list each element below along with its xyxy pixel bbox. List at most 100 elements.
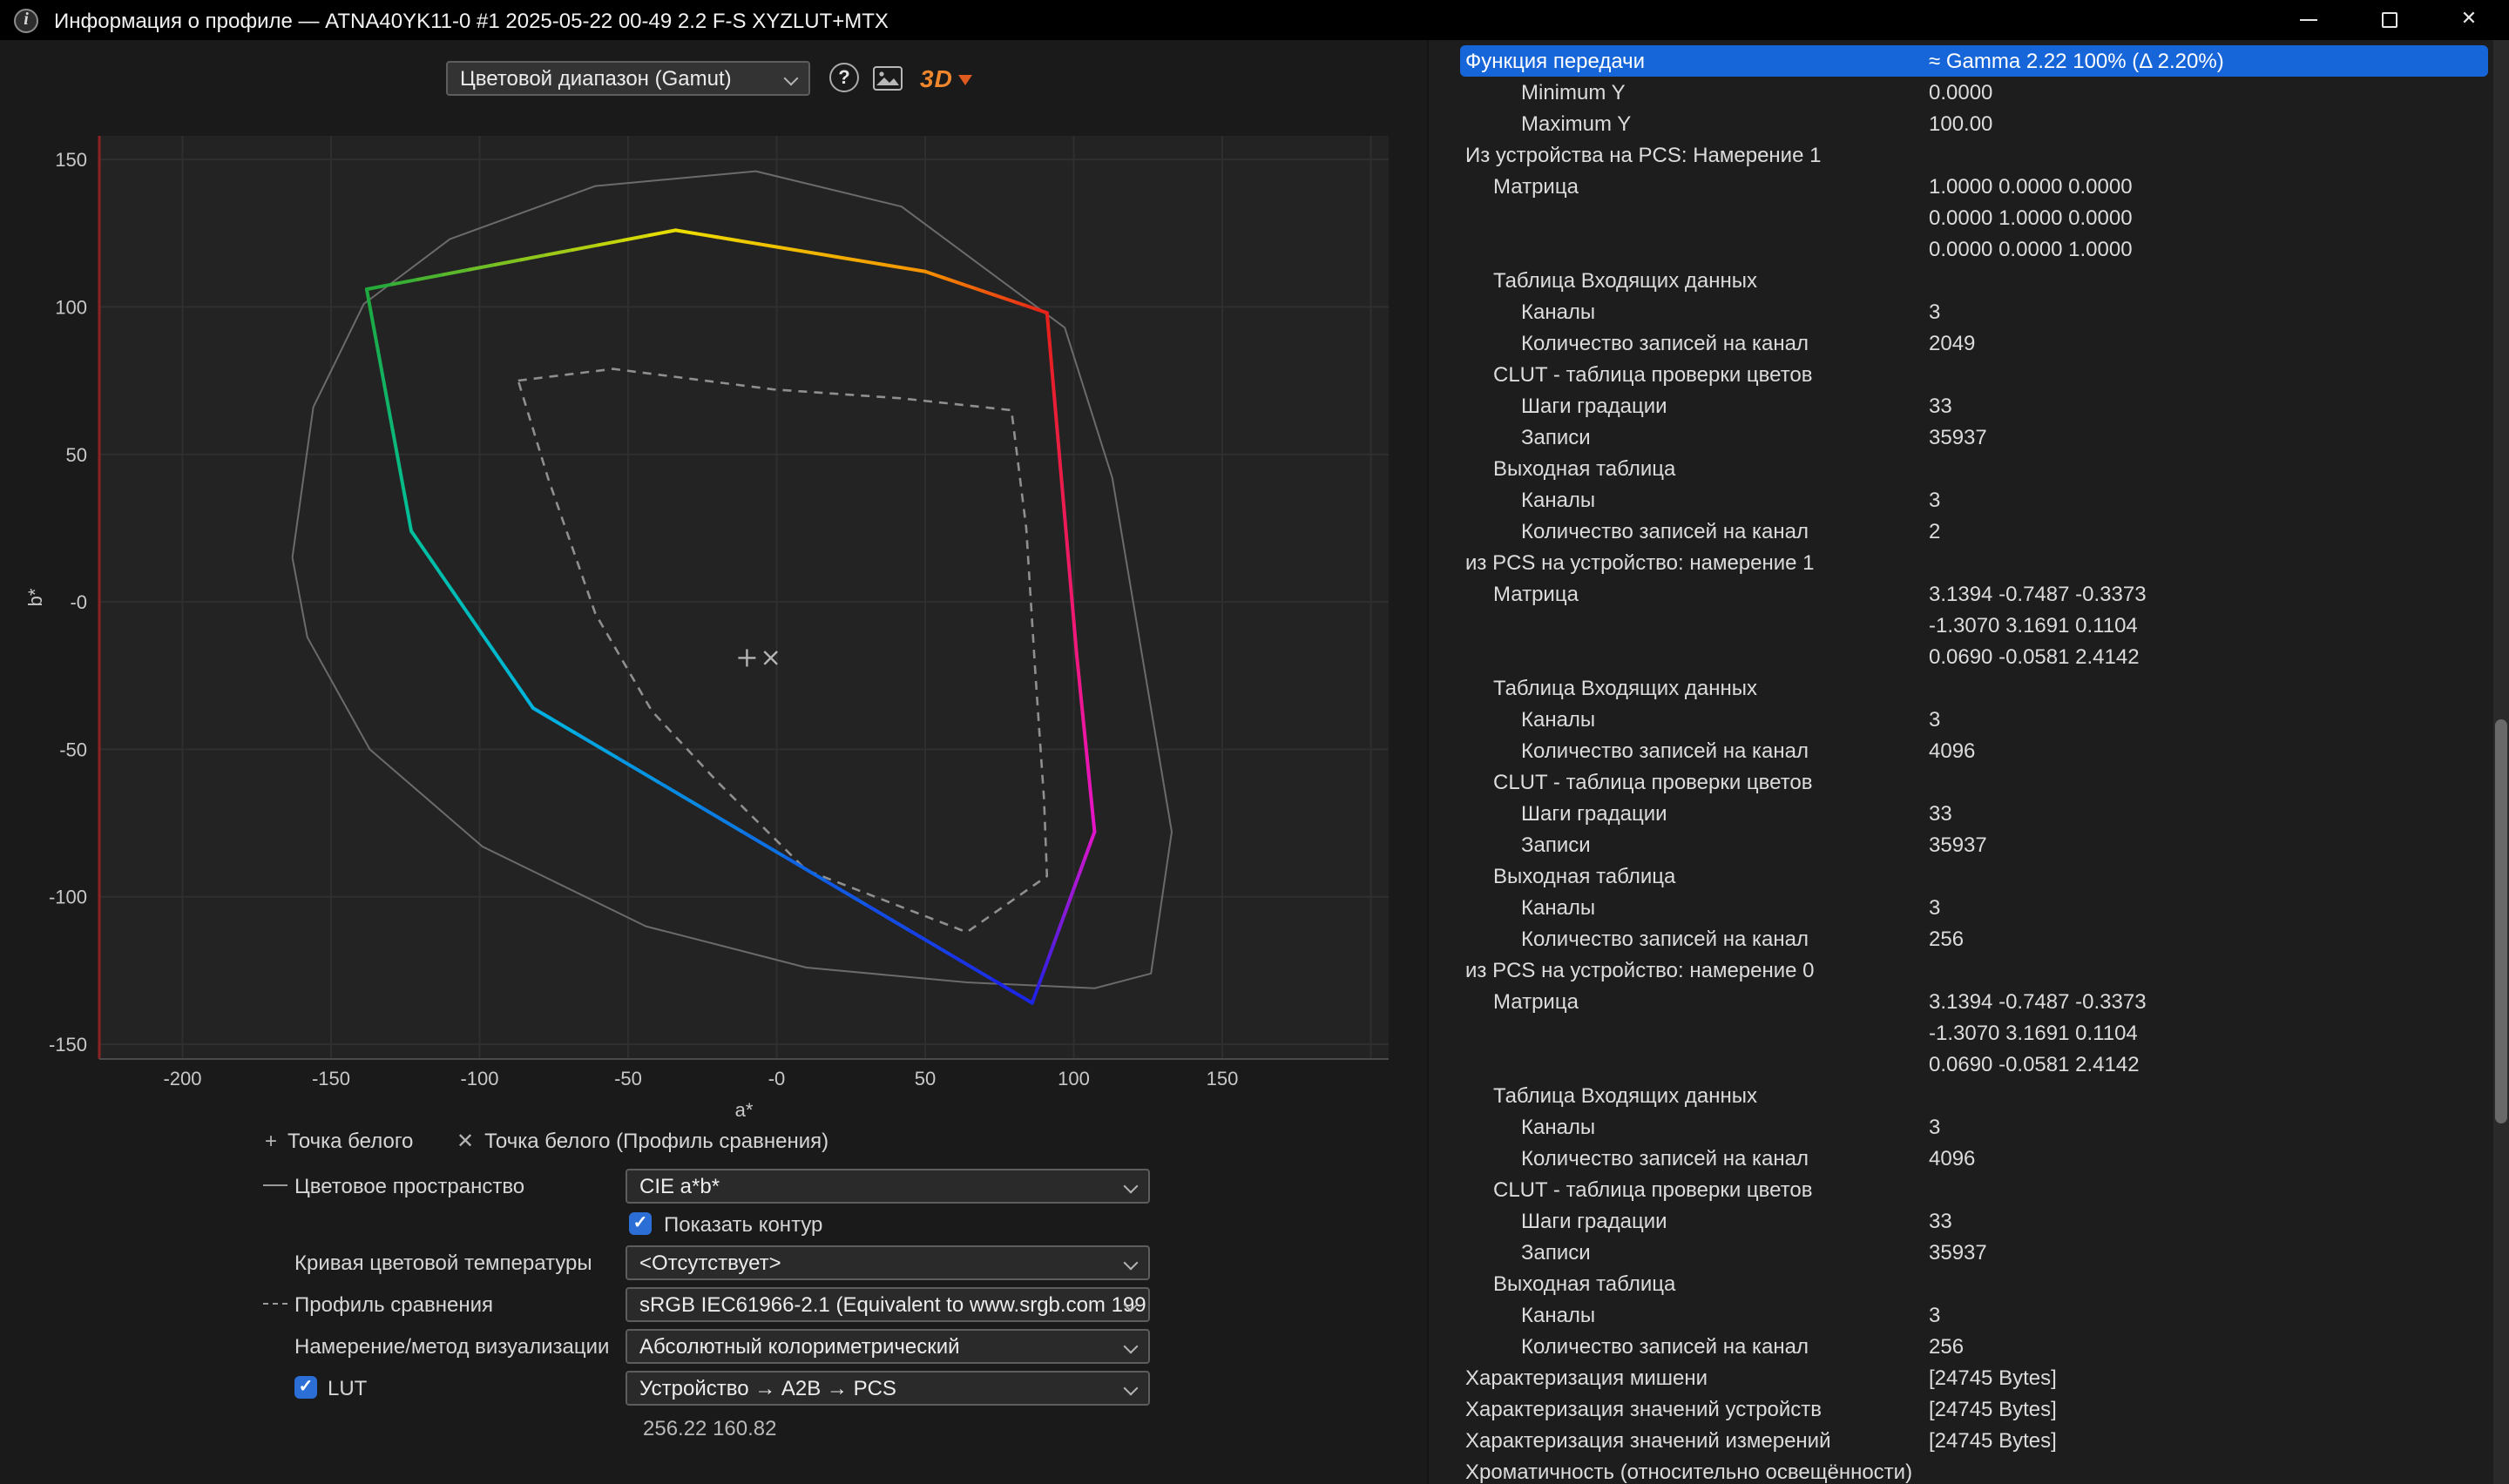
info-row-value: 3.1394 -0.7487 -0.3373 [1929,989,2495,1014]
info-table-row[interactable]: Характеризация значений измерений[24745 … [1429,1425,2495,1456]
info-row-label: Количество записей на канал [1429,739,1929,763]
info-table-row[interactable]: Каналы3 [1429,484,2495,516]
plot-type-select[interactable]: Цветовой диапазон (Gamut) [446,61,810,96]
info-table-row[interactable]: из PCS на устройство: намерение 1 [1429,547,2495,578]
close-icon: ✕ [2461,10,2477,30]
info-row-label: CLUT - таблица проверки цветов [1429,770,1929,794]
info-table-row[interactable]: CLUT - таблица проверки цветов [1429,359,2495,390]
temperature-curve-select[interactable]: <Отсутствует> [626,1245,1150,1280]
svg-text:-50: -50 [614,1068,642,1089]
maximize-button[interactable] [2349,0,2429,40]
dashed-line-icon [263,1303,287,1305]
scrollbar[interactable] [2493,40,2509,1484]
info-table-row[interactable]: Выходная таблица [1429,453,2495,484]
info-row-label: Выходная таблица [1429,1272,1929,1296]
info-row-label: Записи [1429,425,1929,449]
3d-label: 3D [920,64,953,92]
profile-info-window: i Информация о профиле — ATNA40YK11-0 #1… [0,0,2509,1484]
info-row-label: Шаги градации [1429,1209,1929,1233]
info-table-row[interactable]: Записи35937 [1429,422,2495,453]
info-table-row[interactable]: Количество записей на канал256 [1429,1331,2495,1362]
info-table-row[interactable]: Таблица Входящих данных [1429,672,2495,704]
solid-line-icon [263,1184,287,1186]
svg-text:b*: b* [24,588,46,606]
info-table-row[interactable]: Шаги градации33 [1429,798,2495,829]
save-image-button[interactable] [873,66,903,91]
info-table-row[interactable]: Количество записей на канал4096 [1429,735,2495,766]
info-table-row[interactable]: Количество записей на канал256 [1429,923,2495,954]
info-table-row[interactable]: Таблица Входящих данных [1429,265,2495,296]
info-table-row[interactable]: из PCS на устройство: намерение 0 [1429,954,2495,986]
svg-text:-100: -100 [49,887,87,908]
show-outline-checkbox[interactable]: ✓ [629,1212,652,1235]
image-icon [873,66,903,91]
info-table-row[interactable]: Функция передачи≈ Gamma 2.22 100% (Δ 2.2… [1460,45,2488,77]
chevron-down-icon [784,71,799,86]
info-table-row[interactable]: Характеризация значений устройств[24745 … [1429,1393,2495,1425]
svg-text:100: 100 [1058,1068,1090,1089]
info-table-row[interactable]: Количество записей на канал2049 [1429,327,2495,359]
colorspace-select[interactable]: CIE a*b* [626,1169,1150,1204]
info-table-row[interactable]: Каналы3 [1429,1299,2495,1331]
lut-select[interactable]: Устройство → A2B → PCS [626,1371,1150,1406]
chevron-down-icon [1124,1339,1139,1354]
help-button[interactable]: ? [829,63,859,92]
info-table-row[interactable]: Хроматичность (относительно освещённости… [1429,1456,2495,1484]
scrollbar-thumb[interactable] [2495,719,2507,1123]
svg-text:-150: -150 [312,1068,350,1089]
info-table-row[interactable]: Каналы3 [1429,296,2495,327]
info-table-row[interactable]: Количество записей на канал4096 [1429,1143,2495,1174]
comparison-profile-label: Профиль сравнения [294,1287,493,1322]
info-table-row[interactable]: Матрица3.1394 -0.7487 -0.3373 [1429,578,2495,610]
comparison-profile-select[interactable]: sRGB IEC61966-2.1 (Equivalent to www.srg… [626,1287,1150,1322]
info-table-row[interactable]: -1.3070 3.1691 0.1104 [1429,1017,2495,1049]
info-table-row[interactable]: 0.0000 0.0000 1.0000 [1429,233,2495,265]
info-table-row[interactable]: Выходная таблица [1429,860,2495,892]
info-table-row[interactable]: Шаги градации33 [1429,1205,2495,1237]
info-row-value: 3 [1929,1115,2495,1139]
titlebar: i Информация о профиле — ATNA40YK11-0 #1… [0,0,2509,40]
info-table-row[interactable]: -1.3070 3.1691 0.1104 [1429,610,2495,641]
info-table-row[interactable]: Таблица Входящих данных [1429,1080,2495,1111]
info-app-icon: i [14,8,38,32]
rendering-intent-select[interactable]: Абсолютный колориметрический [626,1329,1150,1364]
info-table-row[interactable]: Каналы3 [1429,704,2495,735]
info-row-value: 256 [1929,927,2495,951]
info-table-row[interactable]: Записи35937 [1429,829,2495,860]
svg-text:150: 150 [1207,1068,1239,1089]
svg-text:a*: a* [735,1099,754,1121]
3d-view-button[interactable]: 3D [920,63,972,94]
info-table-row[interactable]: Матрица3.1394 -0.7487 -0.3373 [1429,986,2495,1017]
info-table-row[interactable]: Количество записей на канал2 [1429,516,2495,547]
info-row-label: Каналы [1429,1303,1929,1327]
info-row-label: Шаги градации [1429,394,1929,418]
info-table-row[interactable]: Матрица1.0000 0.0000 0.0000 [1429,171,2495,202]
info-row-value: 100.00 [1929,111,2495,136]
info-table-row[interactable]: Maximum Y100.00 [1429,108,2495,139]
info-table-row[interactable]: Выходная таблица [1429,1268,2495,1299]
info-table-row[interactable]: CLUT - таблица проверки цветов [1429,766,2495,798]
info-table-row[interactable]: 0.0000 1.0000 0.0000 [1429,202,2495,233]
info-table-row[interactable]: Характеризация мишени[24745 Bytes] [1429,1362,2495,1393]
close-button[interactable]: ✕ [2429,0,2509,40]
info-table-row[interactable]: 0.0690 -0.0581 2.4142 [1429,641,2495,672]
legend-white-point-comparison-label: Точка белого (Профиль сравнения) [484,1129,828,1153]
minimize-button[interactable] [2269,0,2349,40]
info-table-row[interactable]: Minimum Y0.0000 [1429,77,2495,108]
svg-text:-0: -0 [768,1068,786,1089]
info-table-row[interactable]: Из устройства на PCS: Намерение 1 [1429,139,2495,171]
info-row-label: Записи [1429,833,1929,857]
svg-text:50: 50 [915,1068,936,1089]
info-glyph: i [24,10,29,30]
info-row-value: 3 [1929,707,2495,732]
lut-checkbox[interactable]: ✓ [294,1376,317,1399]
minimize-icon [2300,19,2317,21]
info-table-row[interactable]: CLUT - таблица проверки цветов [1429,1174,2495,1205]
info-table-row[interactable]: 0.0690 -0.0581 2.4142 [1429,1049,2495,1080]
chevron-down-icon [1124,1381,1139,1396]
info-table-row[interactable]: Шаги градации33 [1429,390,2495,422]
info-table-row[interactable]: Записи35937 [1429,1237,2495,1268]
gamut-panel: -200-150-100-50-05010015015010050-0-50-1… [0,40,1427,1484]
info-table-row[interactable]: Каналы3 [1429,892,2495,923]
info-table-row[interactable]: Каналы3 [1429,1111,2495,1143]
